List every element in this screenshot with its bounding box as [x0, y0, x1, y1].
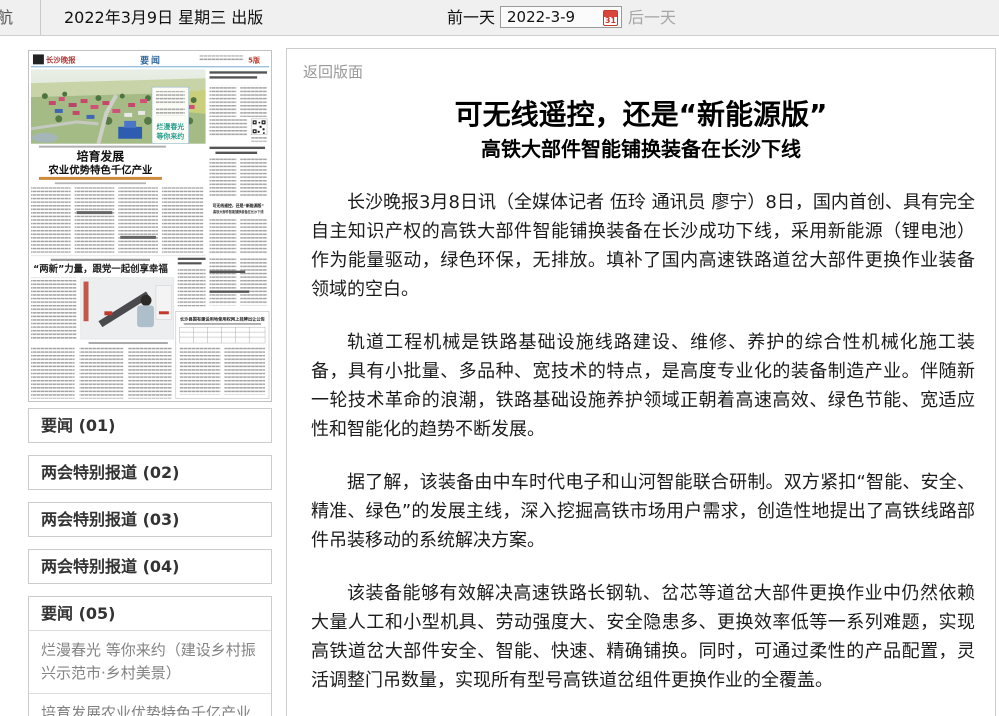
article-paragraph: 长沙晚报3月8日讯（全媒体记者 伍玲 通讯员 廖宁）8日，国内首创、具有完全自主… — [311, 188, 975, 304]
front-page-thumbnail[interactable]: 长沙晚报 要闻 5版 — [28, 50, 272, 402]
sidebar-section-05-box: 要闻 (05) 烂漫春光 等你来约（建设乡村振兴示范市·乡村美景） 培育发展农业… — [28, 596, 272, 716]
top-bar: 航 2022年3月9日 星期三 出版 前一天 31 后一天 — [0, 0, 999, 36]
thumb-qr-code — [251, 119, 267, 135]
thumb-inset-card: 烂漫春光 等你来约 — [152, 87, 189, 144]
publish-date-text: 2022年3月9日 星期三 出版 — [64, 0, 263, 35]
sidebar-section-03[interactable]: 两会特别报道 (03) — [28, 502, 272, 537]
thumb-notice-title: 长沙县国有建设用地使用权网上挂牌出让公告 — [180, 316, 266, 323]
date-input[interactable] — [501, 7, 605, 27]
article-title: 可无线遥控，还是“新能源版” — [317, 97, 965, 133]
front-page-thumbnail-image: 长沙晚报 要闻 5版 — [29, 51, 271, 401]
thumb-current-article-title: 可无线遥控，还是“新能源版” — [213, 203, 265, 208]
article-panel: 返回版面 可无线遥控，还是“新能源版” 高铁大部件智能铺换装备在长沙下线 长沙晚… — [286, 48, 996, 716]
sidebar-section-02[interactable]: 两会特别报道 (02) — [28, 455, 272, 490]
page: 航 2022年3月9日 星期三 出版 前一天 31 后一天 — [0, 0, 999, 716]
thumb-masthead-title: 长沙晚报 — [46, 54, 76, 64]
date-field-box: 31 — [500, 6, 622, 28]
thumb-current-article-subtitle: 高铁大部件智能铺换装备在长沙下线 — [213, 209, 264, 214]
calendar-icon[interactable]: 31 — [603, 10, 618, 26]
topbar-divider — [40, 0, 41, 35]
calendar-icon-day: 31 — [604, 16, 617, 26]
article-paragraph: 该装备能够有效解决高速铁路长钢轨、岔芯等道岔大部件更换作业中仍然依赖大量人工和小… — [311, 579, 975, 695]
thumb-headline-line1: 培育发展 — [77, 150, 125, 164]
nav-partial-label: 航 — [0, 0, 13, 35]
back-to-page-link[interactable]: 返回版面 — [303, 61, 363, 82]
next-day-button[interactable]: 后一天 — [628, 0, 676, 35]
sidebar-article-link-1[interactable]: 烂漫春光 等你来约（建设乡村振兴示范市·乡村美景） — [29, 630, 271, 693]
prev-day-button[interactable]: 前一天 — [447, 0, 495, 35]
thumb-land-notice: 长沙县国有建设用地使用权网上挂牌出让公告 — [176, 311, 269, 398]
thumb-page-number: 5版 — [248, 55, 260, 64]
thumb-section-label: 要闻 — [140, 54, 162, 66]
thumb-second-story: “两新”力量，跟党一起创享幸福 — [31, 259, 174, 399]
article-paragraph: 据了解，该装备由中车时代电子和山河智能联合研制。双方紧扣“智能、安全、精准、绿色… — [311, 468, 975, 555]
sidebar-section-05[interactable]: 要闻 (05) — [29, 597, 271, 630]
article-subtitle: 高铁大部件智能铺换装备在长沙下线 — [317, 135, 965, 163]
sidebar-section-01[interactable]: 要闻 (01) — [28, 408, 272, 443]
sidebar-section-04[interactable]: 两会特别报道 (04) — [28, 549, 272, 584]
sidebar-article-link-2[interactable]: 培育发展农业优势特色千亿产业 — [29, 693, 271, 716]
thumb-headline-secondary: “两新”力量，跟党一起创享幸福 — [33, 263, 168, 275]
article-paragraph: 轨道工程机械是铁路基础设施线路建设、维修、养护的综合性机械化施工装备，具有小批量… — [311, 328, 975, 444]
thumb-inset-line2: 等你来约 — [155, 132, 184, 141]
thumb-headline-line2: 农业优势特色千亿产业 — [47, 163, 153, 176]
article-body: 长沙晚报3月8日讯（全媒体记者 伍玲 通讯员 廖宁）8日，国内首创、具有完全自主… — [311, 188, 975, 716]
thumb-worker-photo — [81, 278, 174, 339]
thumb-inset-line1: 烂漫春光 — [156, 122, 184, 131]
